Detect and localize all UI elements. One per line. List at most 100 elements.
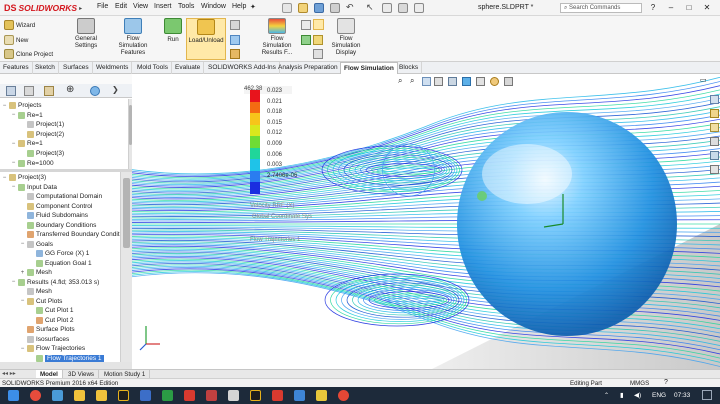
results-small-icon-5[interactable] [301,35,311,45]
analysis-item[interactable]: − Goals [20,240,53,249]
close-button[interactable]: ✕ [700,2,714,14]
project-item[interactable]: − Projects [2,101,41,110]
expand-toggle-icon[interactable]: − [11,160,16,166]
clone-project-button[interactable]: Clone Project [4,49,53,59]
solidworks-resources-icon[interactable] [710,95,719,104]
analysis-item[interactable]: Flow Trajectories 1 [29,354,104,363]
general-settings-button[interactable]: General Settings [66,18,106,49]
expand-toggle-icon[interactable]: − [20,241,25,247]
menu-tools[interactable]: Tools [178,3,194,10]
results-small-icon-3[interactable] [230,49,240,59]
new-document-icon[interactable] [282,3,292,13]
tray-notifications-icon[interactable] [702,390,712,400]
taskbar-app-icon-3[interactable] [162,390,173,401]
taskbar-app-icon-8[interactable] [338,390,349,401]
expand-toggle-icon[interactable]: − [2,175,7,181]
design-library-icon[interactable] [710,109,719,118]
expand-toggle-icon[interactable]: − [20,298,25,304]
previous-view-icon[interactable] [422,77,431,86]
start-windows-icon[interactable] [8,390,19,401]
expand-toggle-icon[interactable]: − [11,141,16,147]
help-question-icon[interactable]: ? [646,2,660,14]
analysis-item[interactable]: Fluid Subdomains [20,211,88,220]
flow-simulation-results-button[interactable]: Flow Simulation Results F... [254,18,300,56]
view-palette-icon[interactable] [710,137,719,146]
taskbar-app-icon-5[interactable] [228,390,239,401]
flow-simulation-features-button[interactable]: Flow Simulation Features [112,18,154,56]
hide-show-items-icon[interactable] [476,77,485,86]
taskbar-folder-icon[interactable] [96,390,107,401]
analysis-item[interactable]: + Mesh [20,268,52,277]
project-item[interactable]: Project(1) [20,120,64,129]
zoom-to-fit-icon[interactable]: ⌕ [398,76,402,86]
analysis-tree-scroll-thumb[interactable] [123,178,130,248]
analysis-item[interactable]: Isosurfaces [20,335,69,344]
menu-view[interactable]: View [133,3,148,10]
tray-clock[interactable]: 07:33 [674,392,690,399]
analysis-item[interactable]: Computational Domain [20,192,102,201]
analysis-item[interactable]: − Project(3) [2,173,46,182]
flow-simulation-display-button[interactable]: Flow Simulation Display [324,18,368,56]
tab-surfaces[interactable]: Surfaces [60,62,93,74]
configuration-manager-icon[interactable] [44,86,54,96]
open-folder-icon[interactable] [298,3,308,13]
panel-expand-icon[interactable]: ❯ [112,85,119,94]
appearances-icon[interactable] [710,151,719,160]
results-small-icon-6[interactable] [313,35,323,45]
new-project-button[interactable]: New [4,35,28,45]
graphics-viewport[interactable] [132,74,720,369]
project-item[interactable]: − Re=1 [11,111,43,120]
taskbar-solidworks-icon[interactable] [184,390,195,401]
tray-network-icon[interactable]: ▮ [620,391,624,399]
undo-icon[interactable]: ↶ [346,2,354,13]
view-orientation-icon[interactable] [448,77,457,86]
print-icon[interactable] [330,3,340,13]
tab-features[interactable]: Features [0,62,33,74]
taskbar-app-icon-1[interactable] [30,390,41,401]
analysis-item[interactable]: − Input Data [11,183,57,192]
edit-appearance-icon[interactable] [490,77,499,86]
project-item[interactable]: Project(3) [20,149,64,158]
analysis-item[interactable]: − Cut Plots [20,297,62,306]
status-units[interactable]: MMGS [630,380,649,387]
display-style-icon[interactable] [462,77,471,86]
analysis-item[interactable]: Equation Goal 1 [29,259,92,268]
results-small-icon-1[interactable] [230,20,240,30]
dimxpert-crosshair-icon[interactable]: ⊕ [66,84,74,95]
analysis-item[interactable]: Cut Plot 2 [29,316,74,325]
results-small-icon-7[interactable] [313,49,323,59]
analysis-item[interactable]: − Flow Trajectories [20,344,85,353]
tab-blocks[interactable]: Blocks [396,62,423,74]
taskbar-explorer-icon[interactable] [74,390,85,401]
tab-flow-simulation[interactable]: Flow Simulation [340,62,398,74]
project-item[interactable]: Project(2) [20,130,64,139]
file-explorer-icon[interactable] [710,123,719,132]
bulb-toggle-icon[interactable] [313,19,324,30]
analysis-item[interactable]: Transferred Boundary Condit [20,230,120,239]
taskbar-ie-icon[interactable] [52,390,63,401]
tab-analysis-preparation[interactable]: Analysis Preparation [275,62,342,74]
tab-evaluate[interactable]: Evaluate [172,62,205,74]
apply-scene-icon[interactable] [504,77,513,86]
taskbar-app-icon-4[interactable] [206,390,217,401]
tray-arrow-icon[interactable]: ⌃ [604,392,609,399]
results-small-icon-4[interactable] [301,20,311,30]
analysis-tree-hscrollbar[interactable] [0,362,132,369]
select-arrow-icon[interactable]: ↖ [366,2,374,13]
expand-toggle-icon[interactable]: − [11,279,16,285]
expand-toggle-icon[interactable]: − [2,103,7,109]
menu-file[interactable]: File [97,3,108,10]
status-help-icon[interactable]: ? [664,379,668,386]
tray-language[interactable]: ENG [652,392,666,399]
expand-toggle-icon[interactable]: − [11,184,16,190]
view-settings-icon[interactable]: ▭ [700,76,709,85]
search-commands-input[interactable]: ⌕ Search Commands [560,3,642,13]
property-manager-icon[interactable] [24,86,34,96]
tab-mold-tools[interactable]: Mold Tools [134,62,172,74]
custom-properties-icon[interactable] [710,165,719,174]
menu-insert[interactable]: Insert [154,3,172,10]
expand-toggle-icon[interactable]: + [20,270,25,276]
restore-button[interactable]: □ [682,2,696,14]
run-button[interactable]: Run [160,18,186,43]
taskbar-word-icon[interactable] [294,390,305,401]
